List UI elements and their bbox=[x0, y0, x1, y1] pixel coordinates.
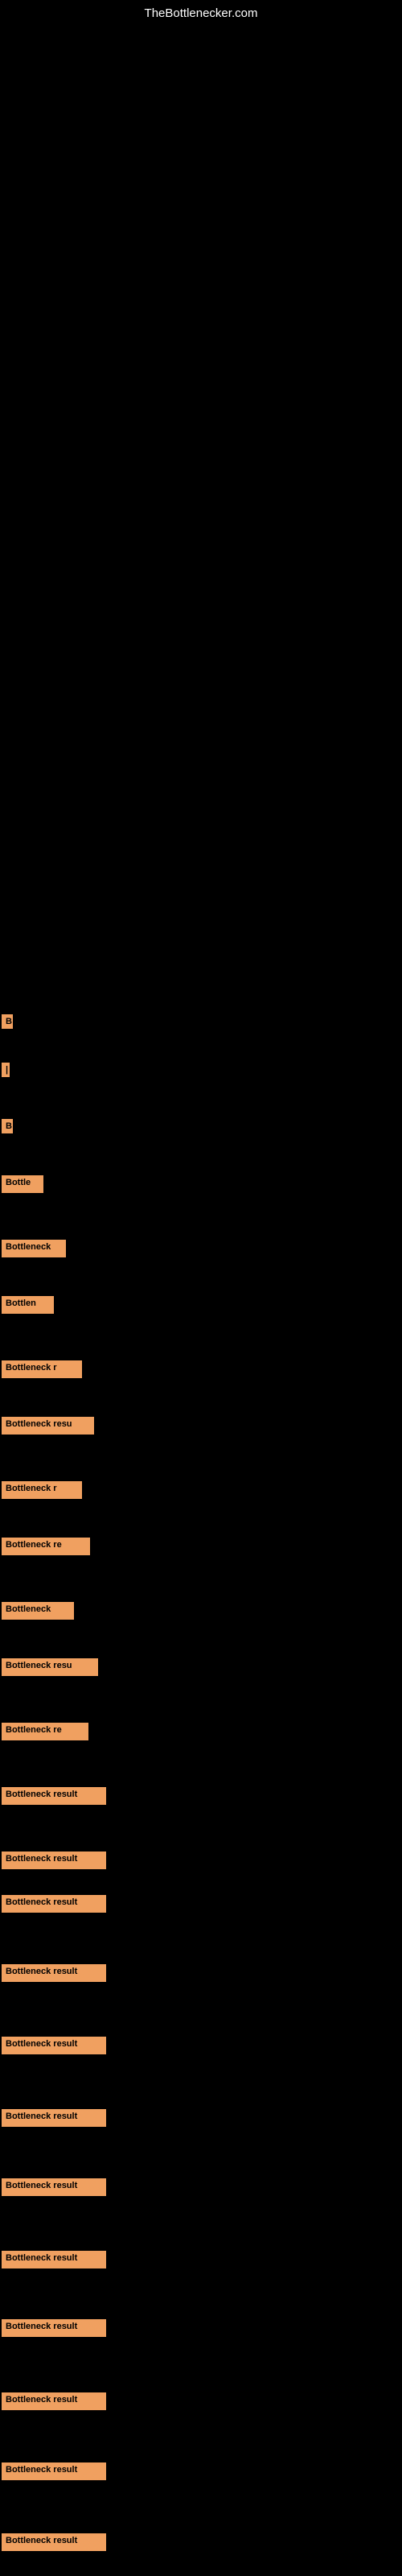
bottleneck-result-label: B bbox=[2, 1014, 13, 1029]
bottleneck-result-label: Bottleneck result bbox=[2, 1964, 106, 1982]
bottleneck-result-label: Bottleneck bbox=[2, 1602, 74, 1620]
bottleneck-result-label: Bottleneck result bbox=[2, 2533, 106, 2551]
bottleneck-result-label: Bottleneck result bbox=[2, 1895, 106, 1913]
bottleneck-result-label: Bottleneck result bbox=[2, 2392, 106, 2410]
bottleneck-result-label: | bbox=[2, 1063, 10, 1077]
bottleneck-result-label: Bottleneck re bbox=[2, 1538, 90, 1555]
bottleneck-result-label: Bottlen bbox=[2, 1296, 54, 1314]
bottleneck-result-label: Bottleneck result bbox=[2, 2037, 106, 2054]
bottleneck-result-label: Bottleneck r bbox=[2, 1481, 82, 1499]
bottleneck-result-label: Bottleneck re bbox=[2, 1723, 88, 1740]
bottleneck-result-label: Bottleneck resu bbox=[2, 1658, 98, 1676]
bottleneck-result-label: Bottleneck result bbox=[2, 1787, 106, 1805]
bottleneck-result-label: Bottleneck result bbox=[2, 2109, 106, 2127]
bottleneck-result-label: Bottleneck bbox=[2, 1240, 66, 1257]
bottleneck-result-label: Bottleneck r bbox=[2, 1360, 82, 1378]
bottleneck-result-label: Bottleneck resu bbox=[2, 1417, 94, 1435]
bottleneck-result-label: Bottleneck result bbox=[2, 1852, 106, 1869]
bottleneck-result-label: Bottleneck result bbox=[2, 2178, 106, 2196]
bottleneck-result-label: Bottleneck result bbox=[2, 2251, 106, 2268]
bottleneck-result-label: B bbox=[2, 1119, 13, 1133]
bottleneck-result-label: Bottleneck result bbox=[2, 2319, 106, 2337]
site-title: TheBottlenecker.com bbox=[145, 6, 258, 20]
bottleneck-result-label: Bottleneck result bbox=[2, 2462, 106, 2480]
bottleneck-result-label: Bottle bbox=[2, 1175, 43, 1193]
